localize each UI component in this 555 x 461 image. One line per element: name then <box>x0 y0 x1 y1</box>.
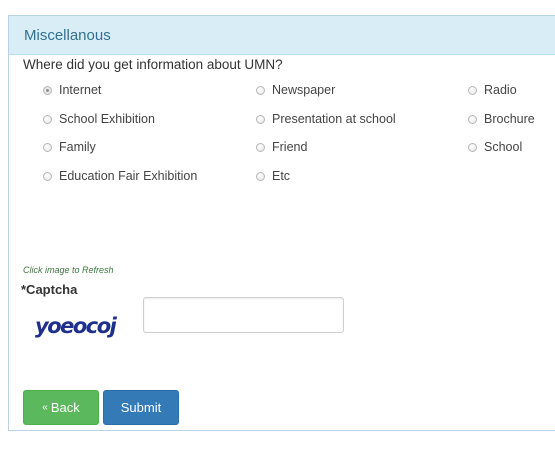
option-radio[interactable]: Radio <box>468 83 517 97</box>
info-source-question: Where did you get information about UMN? <box>23 57 283 72</box>
option-internet[interactable]: Internet <box>43 83 101 97</box>
option-etc[interactable]: Etc <box>256 169 290 183</box>
back-arrow-icon: « <box>42 402 48 413</box>
option-label: School Exhibition <box>59 112 155 126</box>
option-school[interactable]: School <box>468 140 522 154</box>
option-education-fair-exhibition[interactable]: Education Fair Exhibition <box>43 169 197 183</box>
option-label: Friend <box>272 140 308 154</box>
radio-icon[interactable] <box>43 114 52 124</box>
option-family[interactable]: Family <box>43 140 96 154</box>
option-brochure[interactable]: Brochure <box>468 112 535 126</box>
option-newspaper[interactable]: Newspaper <box>256 83 335 97</box>
option-label: Newspaper <box>272 83 336 97</box>
captcha-refresh-hint: Click image to Refresh <box>23 265 114 275</box>
captcha-label: *Captcha <box>21 282 78 297</box>
miscellaneous-panel: Miscellanous <box>8 15 555 431</box>
option-label: Internet <box>59 83 102 97</box>
radio-icon[interactable] <box>468 142 477 152</box>
back-button-label: Back <box>50 400 80 415</box>
option-label: School <box>484 140 523 154</box>
option-label: Education Fair Exhibition <box>59 169 198 183</box>
option-label: Presentation at school <box>272 112 396 126</box>
radio-icon-checked[interactable] <box>43 85 52 95</box>
option-label: Radio <box>484 83 517 97</box>
panel-title: Miscellanous <box>9 16 555 55</box>
option-label: Family <box>59 140 96 154</box>
radio-icon[interactable] <box>256 171 265 181</box>
option-label: Etc <box>272 169 291 183</box>
radio-icon[interactable] <box>468 114 477 124</box>
option-label: Brochure <box>484 112 535 126</box>
captcha-image-text: yoeocoj <box>35 314 118 338</box>
submit-button[interactable]: Submit <box>103 390 179 425</box>
back-button[interactable]: « Back <box>23 390 99 425</box>
option-presentation-at-school[interactable]: Presentation at school <box>256 112 396 126</box>
radio-icon[interactable] <box>256 114 265 124</box>
radio-icon[interactable] <box>43 142 52 152</box>
radio-icon[interactable] <box>256 85 265 95</box>
captcha-input[interactable] <box>143 297 344 333</box>
radio-icon[interactable] <box>468 85 477 95</box>
option-school-exhibition[interactable]: School Exhibition <box>43 112 155 126</box>
submit-button-label: Submit <box>120 400 162 415</box>
radio-icon[interactable] <box>256 142 265 152</box>
radio-icon[interactable] <box>43 171 52 181</box>
captcha-image[interactable]: yoeocoj <box>33 305 133 347</box>
option-friend[interactable]: Friend <box>256 140 307 154</box>
